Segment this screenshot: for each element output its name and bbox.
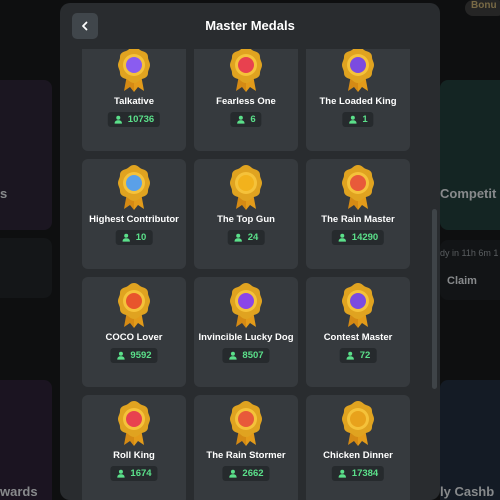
medal-card[interactable]: The Top Gun 24: [194, 159, 298, 269]
medal-name: Invincible Lucky Dog: [198, 332, 294, 343]
holder-count: 10736: [107, 112, 161, 127]
medal-name: The Loaded King: [319, 96, 397, 107]
holder-count-value: 1: [362, 114, 368, 125]
medal-name: Chicken Dinner: [323, 450, 393, 461]
user-icon: [349, 115, 357, 124]
medal-card[interactable]: Roll King 1674: [82, 395, 186, 500]
medal-card[interactable]: COCO Lover 9592: [82, 277, 186, 387]
user-icon: [114, 115, 122, 124]
medal-name: Contest Master: [323, 332, 393, 343]
holder-count: 9592: [110, 348, 158, 363]
holder-count-value: 24: [247, 232, 259, 243]
medal-name: The Top Gun: [217, 214, 275, 225]
holder-count-value: 17384: [351, 468, 379, 479]
user-icon: [234, 233, 242, 242]
medal-name: The Rain Master: [321, 214, 395, 225]
medal-badge: [116, 281, 152, 329]
holder-count: 14290: [331, 230, 385, 245]
scrollbar[interactable]: [432, 209, 437, 389]
storm-icon: [241, 410, 251, 420]
master-medals-modal: Master Medals Talkative 10736 Fearless One…: [60, 3, 440, 500]
modal-header: Master Medals: [60, 3, 440, 49]
medal-badge: [116, 399, 152, 447]
holder-count: 72: [339, 348, 377, 363]
holder-count-value: 10736: [127, 114, 155, 125]
user-icon: [117, 469, 125, 478]
medal-badge: [116, 163, 152, 211]
user-icon: [122, 233, 130, 242]
medal-badge: [228, 163, 264, 211]
holder-count-value: 1674: [130, 468, 152, 479]
medal-card[interactable]: Fearless One 6: [194, 49, 298, 151]
user-icon: [229, 351, 237, 360]
holder-count-value: 14290: [351, 232, 379, 243]
medal-name: Fearless One: [216, 96, 276, 107]
holder-count-value: 10: [135, 232, 147, 243]
user-icon: [346, 351, 354, 360]
holder-count: 2662: [222, 466, 270, 481]
holder-count: 6: [230, 112, 262, 127]
medal-name: The Rain Stormer: [206, 450, 286, 461]
medals-scroll-area[interactable]: Talkative 10736 Fearless One 6 The Loaded Ki…: [60, 49, 440, 500]
user-icon: [229, 469, 237, 478]
target-icon: [129, 410, 139, 420]
medal-card[interactable]: Invincible Lucky Dog 8507: [194, 277, 298, 387]
rain-cloud-icon: [353, 174, 363, 184]
medal-card[interactable]: Chicken Dinner 17384: [306, 395, 410, 500]
monkey-icon: [129, 292, 139, 302]
coin-stack-icon: [353, 56, 363, 66]
medal-card[interactable]: Contest Master 72: [306, 277, 410, 387]
user-icon: [237, 115, 245, 124]
holder-count-value: 72: [359, 350, 371, 361]
holder-count: 1: [342, 112, 374, 127]
medal-card[interactable]: The Rain Stormer 2662: [194, 395, 298, 500]
medal-badge: [340, 281, 376, 329]
holder-count-value: 2662: [242, 468, 264, 479]
user-icon: [117, 351, 125, 360]
medal-card[interactable]: The Loaded King 1: [306, 49, 410, 151]
heart-icon: [241, 56, 251, 66]
medal-badge: [116, 49, 152, 93]
chat-bubble-icon: [129, 56, 139, 66]
medal-badge: [340, 399, 376, 447]
holder-count: 1674: [110, 466, 158, 481]
crown-coin-icon: [241, 174, 251, 184]
medal-name: Talkative: [114, 96, 154, 107]
modal-title: Master Medals: [205, 18, 295, 33]
medal-name: COCO Lover: [105, 332, 163, 343]
holder-count-value: 6: [250, 114, 256, 125]
dinner-plate-icon: [353, 410, 363, 420]
medal-badge: [340, 49, 376, 93]
holder-count: 24: [227, 230, 265, 245]
medal-card[interactable]: The Rain Master 14290: [306, 159, 410, 269]
medal-badge: [340, 163, 376, 211]
medal-name: Highest Contributor: [89, 214, 179, 225]
medal-name: Roll King: [113, 450, 155, 461]
medal-badge: [228, 49, 264, 93]
user-icon: [338, 469, 346, 478]
medal-badge: [228, 281, 264, 329]
holder-count: 17384: [331, 466, 385, 481]
holder-count: 10: [115, 230, 153, 245]
holder-count-value: 9592: [130, 350, 152, 361]
medal-badge: [228, 399, 264, 447]
holder-count: 8507: [222, 348, 270, 363]
user-icon: [338, 233, 346, 242]
star-ribbon-icon: [241, 292, 251, 302]
trophy-icon: [353, 292, 363, 302]
thumbs-up-icon: [129, 174, 139, 184]
medal-card[interactable]: Talkative 10736: [82, 49, 186, 151]
medal-card[interactable]: Highest Contributor 10: [82, 159, 186, 269]
holder-count-value: 8507: [242, 350, 264, 361]
